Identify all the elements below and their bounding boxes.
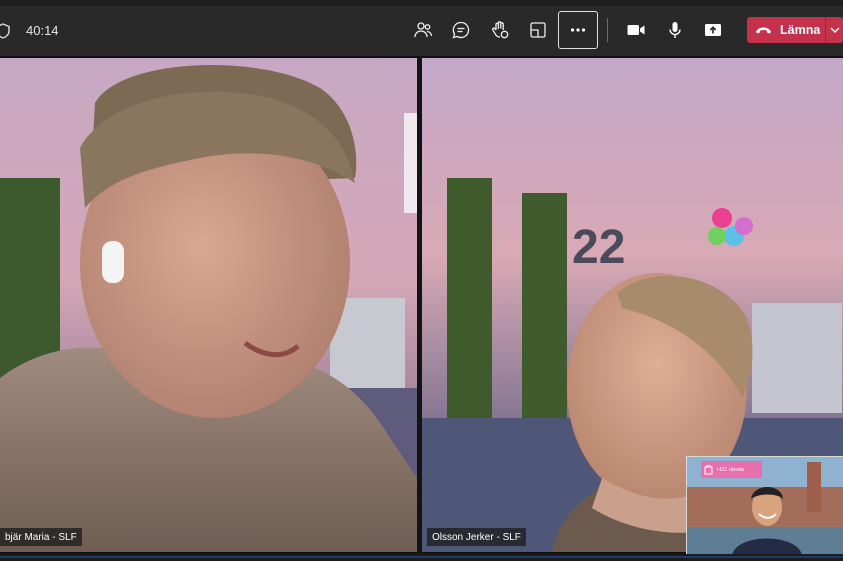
chat-button[interactable] (443, 13, 479, 47)
pip-banner-text: H22 ränsta (717, 466, 744, 473)
toolbar-divider (607, 18, 608, 42)
breakout-rooms-icon (530, 22, 546, 38)
rooms-button[interactable] (520, 13, 556, 47)
window-bottom-edge (0, 554, 843, 561)
leave-button-label: Lämna (780, 23, 821, 37)
self-view-tile[interactable]: H22 ränsta (686, 456, 843, 556)
meeting-timer: 40:14 (26, 23, 59, 38)
camera-button[interactable] (618, 13, 654, 47)
shield-icon (0, 23, 10, 39)
leave-button-group: Lämna (747, 17, 843, 43)
participant-name-tag: Olsson Jerker - SLF (427, 528, 526, 546)
leave-button[interactable]: Lämna (747, 23, 825, 37)
people-icon (414, 22, 433, 38)
camera-icon (627, 25, 645, 35)
bottom-accent-bar (0, 556, 843, 558)
participant-video-maria (0, 58, 417, 552)
participant-name-tag: bjär Maria - SLF (0, 528, 82, 546)
microphone-icon (669, 22, 681, 38)
leave-options-dropdown[interactable] (826, 26, 843, 34)
share-screen-icon (705, 24, 721, 36)
microphone-button[interactable] (657, 13, 693, 47)
more-actions-button[interactable] (558, 11, 598, 49)
reactions-button[interactable] (482, 13, 518, 47)
more-icon (570, 28, 586, 32)
participant-name: bjär Maria - SLF (5, 531, 77, 543)
raise-hand-icon (492, 21, 509, 39)
chevron-down-icon (829, 26, 840, 33)
participants-button[interactable] (405, 13, 441, 47)
pip-banner: H22 ränsta (701, 461, 762, 478)
share-button[interactable] (695, 13, 731, 47)
hang-up-icon (756, 27, 771, 34)
logo-icon (704, 464, 713, 474)
chat-icon (452, 21, 470, 39)
participant-name: Olsson Jerker - SLF (432, 531, 521, 543)
video-tile-maria[interactable]: bjär Maria - SLF (0, 58, 417, 552)
svg-text:22: 22 (572, 221, 625, 274)
meeting-toolbar: 40:14 Lämna (0, 6, 843, 56)
